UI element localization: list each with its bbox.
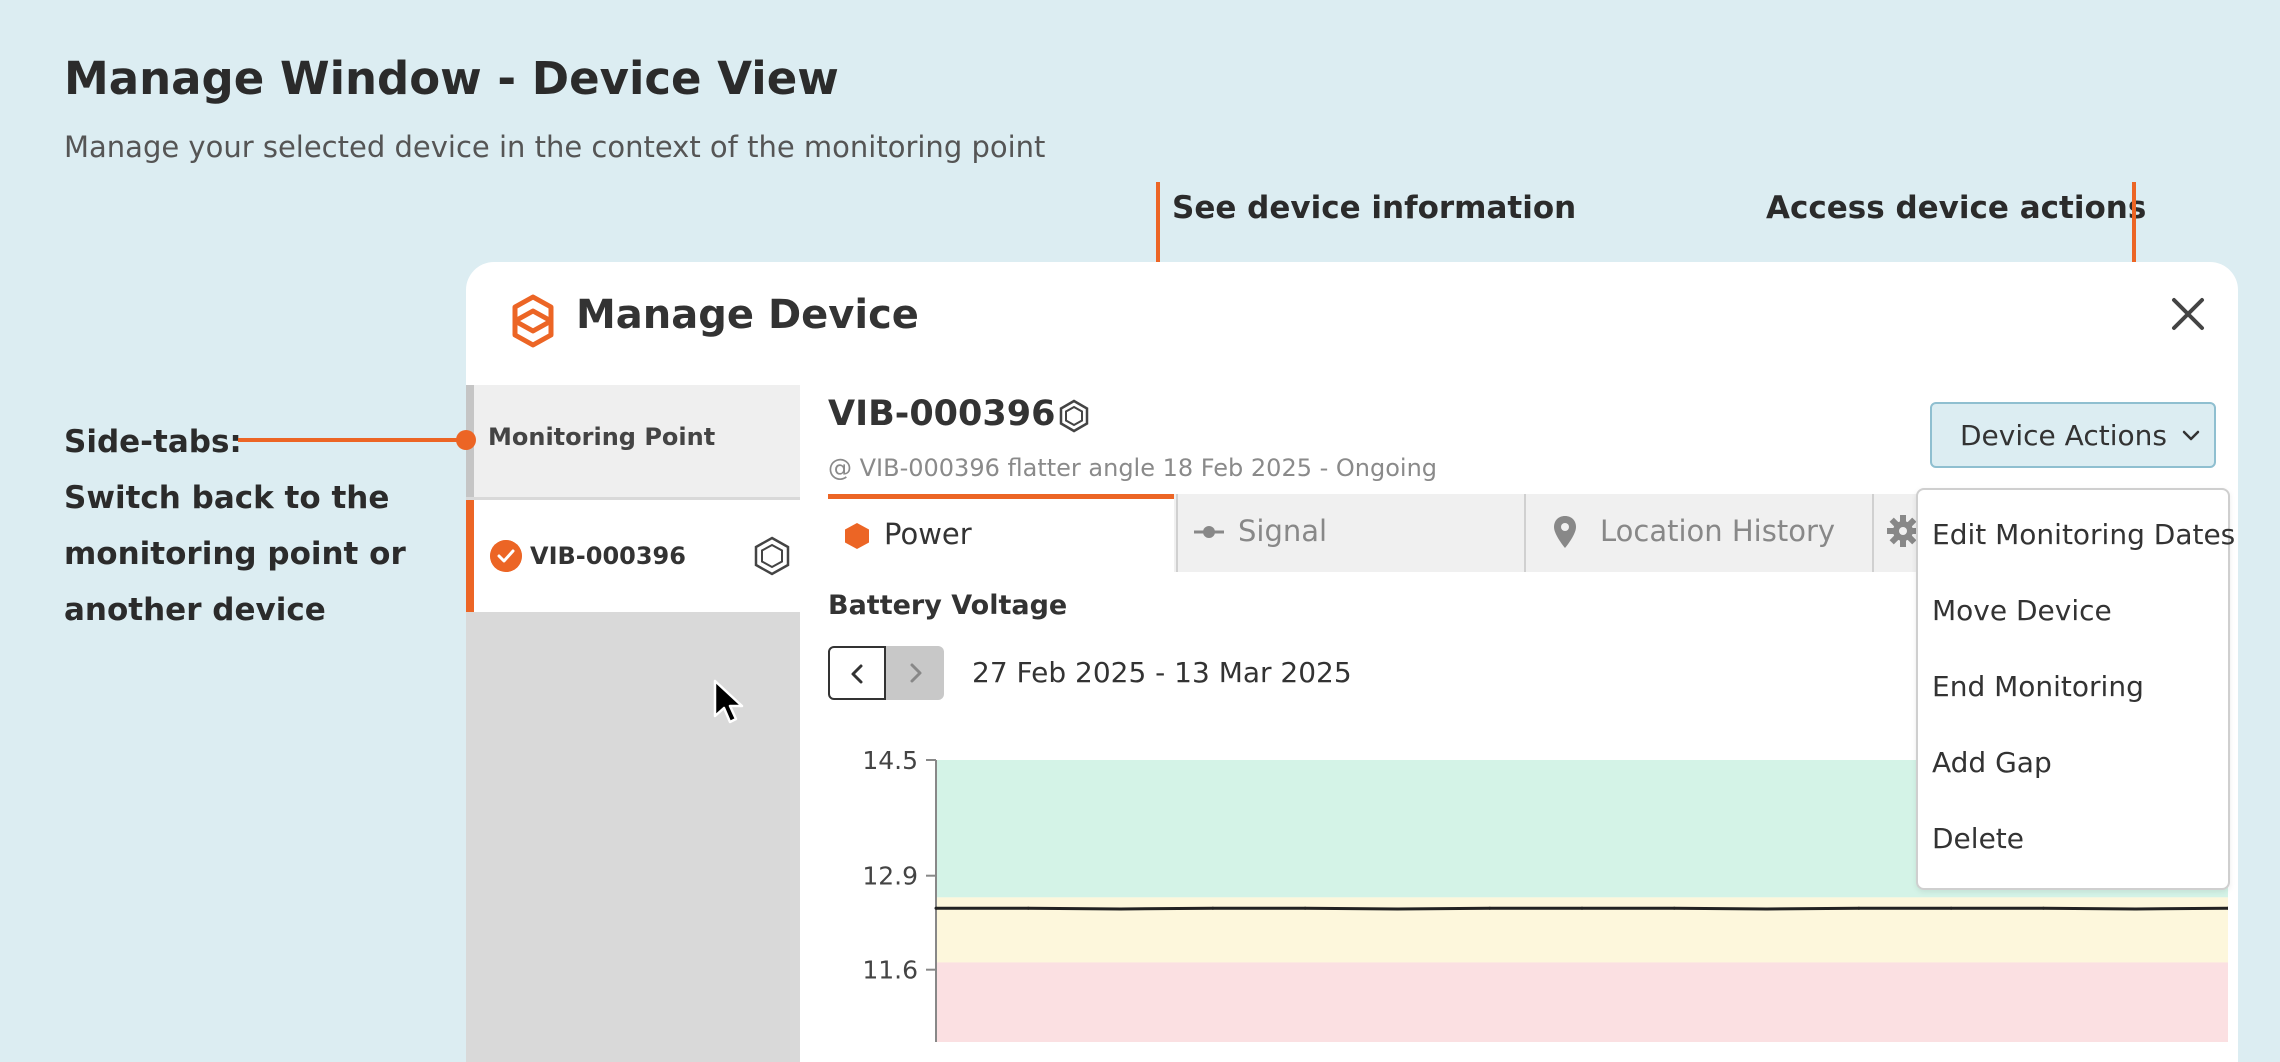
signal-icon [1194, 526, 1224, 538]
menu-item-delete[interactable]: Delete [1932, 822, 2024, 855]
tab-location-history-label: Location History [1600, 514, 1836, 548]
chart-data-point [2134, 907, 2138, 911]
callout-side-tabs-line-4: another device [64, 592, 326, 628]
chevron-right-icon [910, 663, 922, 683]
menu-item-move-device[interactable]: Move Device [1932, 594, 2112, 627]
chart-y-tick-label: 14.5 [862, 746, 918, 775]
tab-location-history[interactable]: Location History [1524, 494, 1872, 572]
callout-side-tabs-line-3: monitoring point or [64, 536, 406, 572]
next-range-button[interactable] [886, 646, 944, 700]
page-subtitle: Manage your selected device in the conte… [64, 130, 1046, 164]
side-tab-device[interactable]: VIB-000396 [466, 500, 800, 612]
device-actions-label: Device Actions [1960, 419, 2167, 452]
close-icon[interactable] [2164, 290, 2212, 338]
tab-power[interactable]: Power [828, 494, 1174, 572]
device-actions-button[interactable]: Device Actions [1930, 402, 2216, 468]
callout-side-tabs-dot [456, 430, 476, 450]
sensor-hex-icon [754, 536, 790, 576]
chart-data-point [2041, 906, 2045, 910]
tab-power-label: Power [884, 517, 972, 551]
chart-y-tick-label: 11.6 [862, 956, 918, 985]
menu-item-edit-monitoring-dates[interactable]: Edit Monitoring Dates [1932, 518, 2235, 551]
window-title: Manage Device [576, 292, 919, 338]
tab-signal-label: Signal [1238, 514, 1328, 548]
callout-device-info: See device information [1172, 190, 1577, 226]
callout-side-tabs-line [238, 438, 460, 442]
side-tabs-panel: Monitoring Point VIB-000396 [466, 385, 800, 1062]
side-tab-monitoring-point[interactable]: Monitoring Point [466, 385, 800, 497]
chart-data-point [1580, 906, 1584, 910]
chart-data-point [1949, 906, 1953, 910]
chart-data-point [1119, 907, 1123, 911]
power-hex-icon [845, 523, 869, 549]
chart-data-point [1488, 906, 1492, 910]
mouse-cursor-icon [713, 679, 744, 724]
tab-signal[interactable]: Signal [1176, 494, 1524, 572]
date-range-label: 27 Feb 2025 - 13 Mar 2025 [972, 656, 1352, 689]
chart-data-point [1303, 906, 1307, 910]
menu-item-add-gap[interactable]: Add Gap [1932, 746, 2052, 779]
location-pin-icon [1554, 516, 1576, 548]
device-subtitle: @ VIB-000396 flatter angle 18 Feb 2025 -… [828, 454, 1438, 482]
side-tab-device-label: VIB-000396 [530, 542, 686, 570]
callout-device-actions: Access device actions [1766, 190, 2147, 226]
chart-data-point [1395, 907, 1399, 911]
chart-data-point [1765, 907, 1769, 911]
device-name: VIB-000396 [828, 394, 1056, 434]
chart-band-2 [936, 962, 2228, 1042]
menu-item-end-monitoring[interactable]: End Monitoring [1932, 670, 2144, 703]
sensor-hex-icon [1059, 399, 1089, 433]
app-logo-icon [512, 294, 554, 348]
chevron-down-icon [2182, 430, 2200, 441]
device-actions-dropdown: Edit Monitoring Dates Move Device End Mo… [1916, 488, 2235, 890]
chart-data-point [1211, 906, 1215, 910]
chevron-left-icon [851, 664, 863, 684]
chart-data-point [934, 906, 938, 910]
page-title: Manage Window - Device View [64, 52, 839, 105]
callout-side-tabs-line-1: Side-tabs: [64, 424, 242, 460]
chart-data-point [1672, 906, 1676, 910]
callout-side-tabs-line-2: Switch back to the [64, 480, 390, 516]
previous-range-button[interactable] [828, 646, 886, 700]
chart-data-point [1026, 906, 1030, 910]
callout-side-tabs: Side-tabs: Switch back to the monitoring… [64, 414, 406, 638]
chart-data-point [1857, 906, 1861, 910]
check-icon [490, 540, 522, 572]
chart-title: Battery Voltage [828, 590, 1068, 621]
side-tab-monitoring-point-label: Monitoring Point [488, 423, 716, 451]
gear-icon [1887, 515, 1919, 547]
chart-y-tick-label: 12.9 [862, 862, 918, 891]
